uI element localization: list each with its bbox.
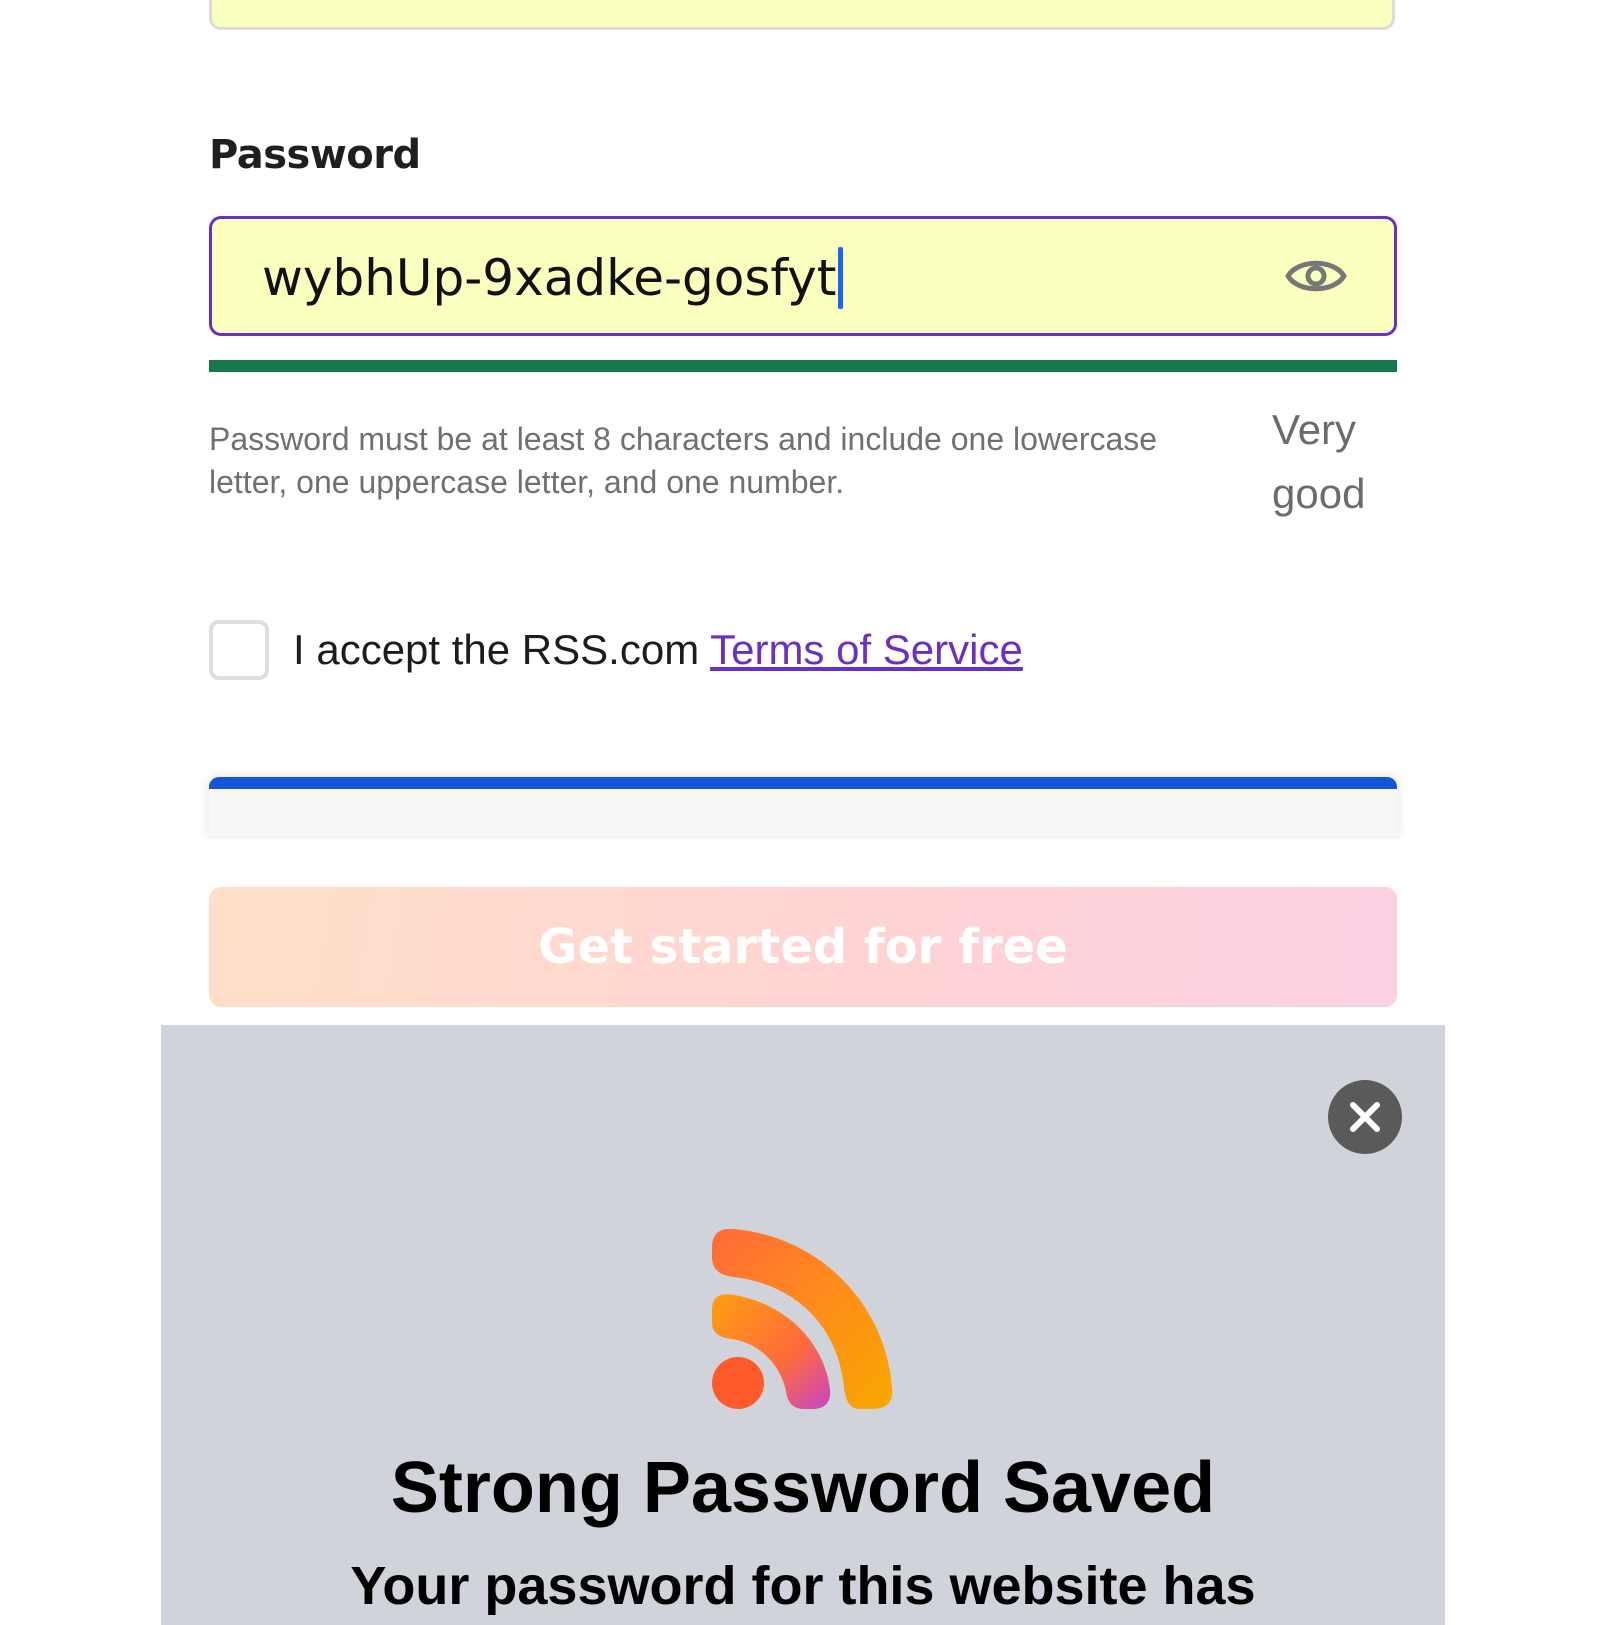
password-saved-sheet: Strong Password Saved Your password for … (161, 1025, 1445, 1625)
terms-of-service-link[interactable]: Terms of Service (710, 626, 1023, 673)
password-strength-meter (209, 360, 1397, 372)
show-password-button[interactable] (1285, 251, 1347, 301)
captcha-overlay-edge (180, 839, 1440, 879)
password-value: wybhUp-9xadke-gosfyt (262, 249, 837, 307)
sheet-subtitle: Your password for this website has (350, 1556, 1256, 1616)
password-hint: Password must be at least 8 characters a… (209, 421, 1158, 500)
rss-logo-icon (712, 1228, 893, 1409)
password-strength-fill (209, 360, 1397, 372)
previous-input-field[interactable] (209, 0, 1395, 30)
captcha-widget[interactable] (209, 777, 1397, 839)
password-label: Password (209, 132, 421, 178)
password-field[interactable]: wybhUp-9xadke-gosfyt (209, 216, 1397, 336)
close-icon (1350, 1102, 1380, 1132)
terms-label: I accept the RSS.com Terms of Service (293, 620, 1023, 680)
sheet-title: Strong Password Saved (390, 1448, 1216, 1528)
password-strength-rating: Very good (1272, 406, 1366, 517)
password-input[interactable]: wybhUp-9xadke-gosfyt (262, 247, 844, 309)
close-button[interactable] (1328, 1080, 1402, 1154)
get-started-button[interactable]: Get started for free (209, 887, 1397, 1007)
text-caret (838, 247, 844, 309)
terms-prefix: I accept the RSS.com (293, 626, 711, 673)
terms-checkbox[interactable] (209, 620, 269, 680)
eye-icon (1285, 260, 1347, 292)
